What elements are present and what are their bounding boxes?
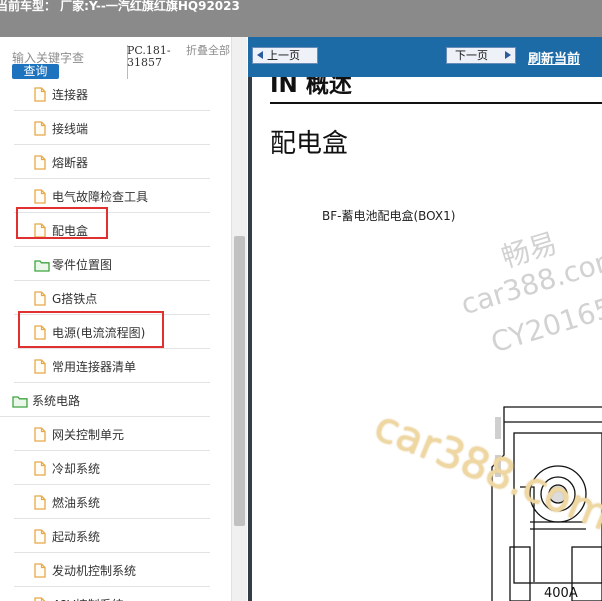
tree-item-label: 发动机控制系统: [52, 564, 137, 578]
top-title-bar: 当前车型： 厂家:Y--一汽红旗红旗HQ92023: [0, 0, 602, 37]
page-title: 配电盒: [270, 129, 349, 159]
document-icon: [34, 427, 46, 446]
next-page-label: 下一页: [455, 49, 488, 62]
amp-label: 400A: [544, 586, 578, 601]
document-icon: [34, 189, 46, 208]
tree-item-label: 常用连接器清单: [52, 360, 137, 374]
tree-item-label: 燃油系统: [52, 496, 101, 510]
next-page-button[interactable]: 下一页: [446, 47, 516, 64]
tree-item[interactable]: 起动系统: [14, 519, 210, 553]
folder-icon: [12, 393, 28, 412]
document-icon: [34, 563, 46, 582]
prev-page-label: 上一页: [267, 49, 300, 62]
viewer-toolbar: 上一页 下一页 刷新当前: [248, 37, 602, 77]
arrow-left-icon: [257, 51, 263, 59]
tree-item[interactable]: 零件位置图: [14, 247, 210, 281]
document-icon: [34, 597, 46, 601]
document-icon: [34, 461, 46, 480]
highlight-box-power: [18, 311, 164, 348]
document-icon: [34, 155, 46, 174]
tree-item-label: 连接器: [52, 88, 89, 102]
tree-item[interactable]: 冷却系统: [14, 451, 210, 485]
document-icon: [34, 495, 46, 514]
document-icon: [34, 121, 46, 140]
document-icon: [34, 291, 46, 310]
folder-icon: [34, 257, 50, 276]
tree-item-label: 48V控制系统: [52, 596, 123, 601]
sidebar: 输入关键字查 查询 PC.181-31857 折叠全部 连接器 接线端 熔断器 电气故…: [0, 37, 248, 601]
tree-item[interactable]: 熔断器: [14, 145, 210, 179]
tree-item-label: 起动系统: [52, 530, 101, 544]
tree-item-label: 接线端: [52, 122, 89, 136]
document-icon: [34, 359, 46, 378]
tree-item-label: 网关控制单元: [52, 428, 125, 442]
tree-item[interactable]: G搭铁点: [14, 281, 210, 315]
pc-code: PC.181-31857: [127, 44, 171, 69]
refresh-current-link[interactable]: 刷新当前: [528, 48, 580, 67]
scrollbar-thumb[interactable]: [234, 236, 245, 526]
tree-item[interactable]: 常用连接器清单: [14, 349, 210, 383]
document-icon: [34, 529, 46, 548]
tree-item-label: 电气故障检查工具: [52, 190, 149, 204]
page-header: IN 概述: [270, 77, 352, 98]
highlight-box-distribution: [16, 207, 108, 239]
tree-item[interactable]: 网关控制单元: [14, 417, 210, 451]
box-title: BF-蓄电池配电盒(BOX1): [322, 209, 456, 223]
tree-item[interactable]: 发动机控制系统: [14, 553, 210, 587]
tree-item[interactable]: 接线端: [14, 111, 210, 145]
tree-item-label: 系统电路: [32, 394, 81, 408]
collapse-all-button[interactable]: 折叠全部: [186, 45, 230, 57]
header-rule: [270, 102, 602, 104]
prev-page-button[interactable]: 上一页: [252, 47, 318, 64]
tree-item[interactable]: 连接器: [14, 77, 210, 111]
current-model-title: 当前车型： 厂家:Y--一汽红旗红旗HQ92023: [0, 0, 240, 13]
arrow-right-icon: [505, 51, 511, 59]
tree-item[interactable]: 48V控制系统: [14, 587, 210, 601]
tree-item-label: G搭铁点: [52, 292, 98, 306]
document-page: IN 概述 配电盒 BF-蓄电池配电盒(BOX1) 畅易 car388.com …: [252, 77, 602, 601]
tree-item-label: 零件位置图: [52, 258, 113, 272]
sidebar-scrollbar[interactable]: [231, 37, 247, 601]
tree-item[interactable]: 系统电路: [0, 383, 210, 417]
document-viewer: 上一页 下一页 刷新当前 IN 概述 配电盒 BF-蓄电池配电盒(BOX1) 畅…: [248, 37, 602, 601]
tree-item[interactable]: 燃油系统: [14, 485, 210, 519]
tree-item-label: 冷却系统: [52, 462, 101, 476]
document-icon: [34, 87, 46, 106]
tree-item-label: 熔断器: [52, 156, 89, 170]
